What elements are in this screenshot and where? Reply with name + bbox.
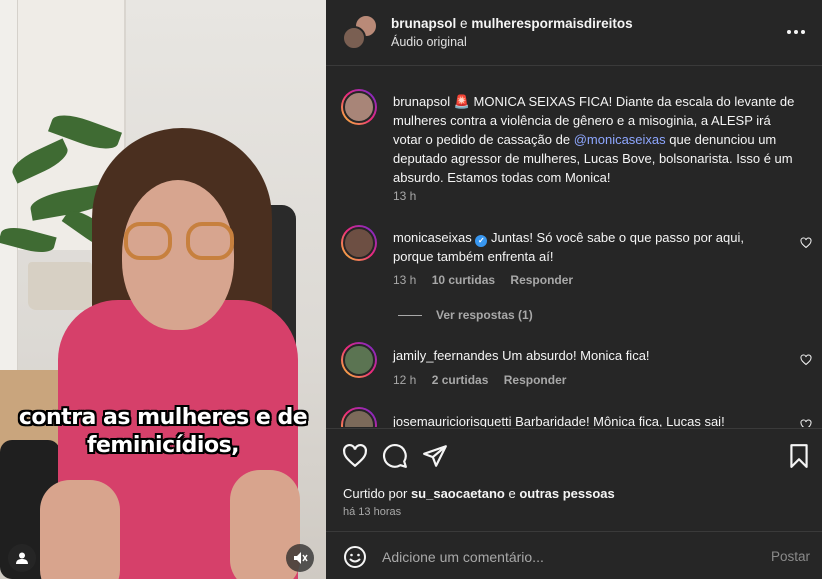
post-header: brunapsol e mulherespormaisdireitos Áudi… — [326, 0, 822, 66]
avatar[interactable] — [341, 342, 377, 378]
liked-by-text: Curtido por su_saocaetano e outras pesso… — [343, 486, 615, 501]
add-comment-bar: Postar — [326, 533, 822, 579]
muted-icon[interactable] — [286, 544, 314, 572]
author-link[interactable]: mulherespormaisdireitos — [471, 16, 632, 31]
reel-video[interactable]: contra as mulheres e de feminicídios, — [0, 0, 326, 579]
avatar[interactable] — [341, 407, 377, 427]
share-paper-plane-icon[interactable] — [422, 443, 448, 469]
comment-time: 13 h — [393, 273, 417, 287]
post-caption: brunapsol 🚨 MONICA SEIXAS FICA! Diante d… — [393, 92, 798, 187]
comment-input[interactable] — [382, 546, 752, 568]
post-authors: brunapsol e mulherespormaisdireitos — [391, 16, 633, 31]
reply-button[interactable]: Responder — [504, 373, 567, 387]
comment-text: Um absurdo! Monica fica! — [502, 348, 650, 363]
video-caption-line-1: contra as mulheres e de — [18, 405, 308, 430]
liked-user-link[interactable]: su_saocaetano — [411, 486, 505, 501]
avatar[interactable] — [341, 225, 377, 261]
view-replies-button[interactable]: Ver respostas (1) — [398, 308, 533, 322]
more-options-icon[interactable] — [784, 22, 808, 42]
liked-conjunction: e — [508, 486, 516, 501]
liked-others-link[interactable]: outras pessoas — [519, 486, 614, 501]
glasses-lens-right — [186, 222, 234, 260]
mention-link[interactable]: @monicaseixas — [574, 132, 666, 147]
like-comment-heart-icon[interactable] — [800, 354, 812, 366]
like-comment-heart-icon[interactable] — [800, 237, 812, 249]
author-link[interactable]: brunapsol — [391, 16, 456, 31]
comment-bubble-icon[interactable] — [382, 443, 408, 469]
collab-avatars[interactable] — [342, 14, 378, 50]
glasses-lens-left — [124, 222, 172, 260]
author-conjunction: e — [460, 16, 468, 31]
comment: jamily_feernandes Um absurdo! Monica fic… — [393, 346, 798, 365]
reply-button[interactable]: Responder — [510, 273, 573, 287]
audio-link[interactable]: Áudio original — [391, 35, 467, 49]
comment: josemauriciorisquetti Barbaridade! Mônic… — [393, 412, 798, 427]
siren-emoji: 🚨 — [453, 94, 470, 109]
caption-meta: 13 h — [393, 189, 428, 203]
background-wall — [0, 0, 18, 380]
comment-username[interactable]: josemauriciorisquetti — [393, 414, 512, 427]
comment-username[interactable]: monicaseixas — [393, 230, 472, 245]
like-comment-heart-icon[interactable] — [800, 419, 812, 427]
comment-meta: 12 h 2 curtidas Responder — [393, 373, 578, 387]
verified-badge-icon: ✓ — [475, 235, 488, 247]
post-comment-button[interactable]: Postar — [771, 549, 810, 564]
save-bookmark-icon[interactable] — [786, 443, 812, 469]
comment-username[interactable]: jamily_feernandes — [393, 348, 499, 363]
comment-meta: 13 h 10 curtidas Responder — [393, 273, 585, 287]
avatar[interactable] — [341, 89, 377, 125]
comment-likes[interactable]: 10 curtidas — [432, 273, 495, 287]
video-caption-line-2: feminicídios, — [86, 433, 240, 458]
emoji-icon[interactable] — [343, 545, 367, 569]
comments-list[interactable]: brunapsol 🚨 MONICA SEIXAS FICA! Diante d… — [326, 67, 822, 427]
comment-time: 12 h — [393, 373, 417, 387]
caption-time: 13 h — [393, 189, 417, 203]
plant-pot — [28, 262, 92, 310]
avatar — [342, 26, 366, 50]
comment-text: Barbaridade! Mônica fica, Lucas sai! — [515, 414, 725, 427]
user-icon[interactable] — [8, 544, 36, 572]
comment-likes[interactable]: 2 curtidas — [432, 373, 489, 387]
post-time[interactable]: há 13 horas — [343, 506, 401, 518]
post-side-panel: brunapsol e mulherespormaisdireitos Áudi… — [326, 0, 822, 579]
post-actions: Curtido por su_saocaetano e outras pesso… — [326, 428, 822, 532]
caption-username[interactable]: brunapsol — [393, 94, 450, 109]
person-arm — [40, 480, 120, 579]
liked-prefix: Curtido por — [343, 486, 408, 501]
comment: monicaseixas ✓ Juntas! Só você sabe o qu… — [393, 228, 783, 266]
like-heart-icon[interactable] — [342, 443, 368, 469]
